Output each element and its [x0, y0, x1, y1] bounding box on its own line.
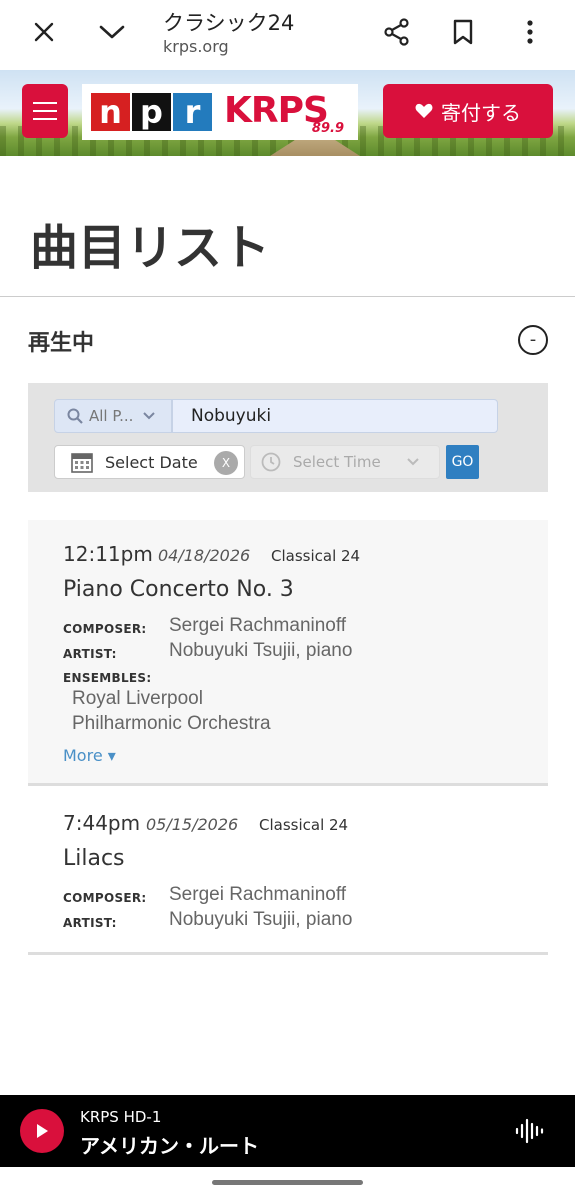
play-button[interactable]	[20, 1109, 64, 1153]
artist-label: ARTIST:	[63, 647, 117, 661]
date-picker-label: Select Date	[105, 452, 198, 472]
play-icon	[37, 1124, 48, 1138]
composer-value: Sergei Rachmaninoff	[169, 615, 347, 636]
close-icon[interactable]	[22, 10, 66, 54]
audio-player-bar: KRPS HD-1 アメリカン・ルート	[0, 1095, 575, 1167]
more-vert-icon[interactable]	[508, 10, 552, 54]
ensembles-label: ENSEMBLES:	[63, 671, 152, 685]
npr-logo-n: n	[91, 93, 130, 131]
hamburger-menu-button[interactable]	[22, 84, 68, 138]
station-name: KRPS HD-1	[80, 1108, 162, 1126]
time-select[interactable]: Select Time	[250, 445, 440, 479]
site-header-banner: n p r KRPS 89.9 寄付する	[0, 70, 575, 156]
track-program: Classical 24	[271, 547, 361, 565]
heart-icon	[415, 103, 433, 118]
krps-logo: KRPS 89.9	[224, 90, 346, 136]
artist-value: Nobuyuki Tsujii, piano	[169, 640, 353, 661]
npr-logo-r: r	[173, 93, 212, 131]
track-time: 7:44pm	[63, 811, 141, 835]
track-date: 05/15/2026	[146, 815, 239, 834]
composer-label: COMPOSER:	[63, 891, 147, 905]
date-picker[interactable]: Select Date X	[54, 445, 245, 479]
playlist-item: 12:11pm 04/18/2026 Classical 24 Piano Co…	[28, 520, 548, 786]
now-playing-heading: 再生中	[28, 331, 95, 356]
track-time: 12:11pm	[63, 542, 153, 566]
composer-label: COMPOSER:	[63, 622, 147, 636]
home-gesture-pill[interactable]	[212, 1180, 363, 1185]
program-select-value: All P...	[89, 407, 134, 425]
page-tab-title: クラシック24	[163, 11, 295, 35]
donate-button[interactable]: 寄付する	[383, 84, 553, 138]
clear-date-button[interactable]: X	[214, 451, 238, 475]
chevron-down-icon	[407, 458, 419, 466]
npr-logo-p: p	[132, 93, 171, 131]
page-url[interactable]: krps.org	[163, 37, 229, 56]
playlist-item: 7:44pm 05/15/2026 Classical 24 Lilacs CO…	[28, 789, 548, 955]
chevron-down-icon	[143, 412, 156, 420]
divider	[0, 296, 575, 297]
clock-icon	[261, 452, 281, 472]
page-title: 曲目リスト	[30, 220, 271, 276]
track-title: Lilacs	[63, 846, 125, 871]
site-logo[interactable]: n p r KRPS 89.9	[82, 84, 358, 140]
composer-value: Sergei Rachmaninoff	[169, 884, 347, 905]
program-select[interactable]: All P...	[54, 399, 172, 433]
chevron-down-icon[interactable]	[90, 10, 134, 54]
audio-wave-icon[interactable]	[514, 1117, 544, 1145]
bookmark-icon[interactable]	[441, 10, 485, 54]
system-navigation-bar	[0, 1167, 575, 1199]
go-button[interactable]: GO	[446, 445, 479, 479]
donate-label: 寄付する	[441, 100, 521, 125]
ensemble-line: Royal Liverpool	[72, 688, 203, 709]
krps-logo-frequency: 89.9	[311, 121, 344, 136]
more-link[interactable]: More ▾	[63, 746, 116, 765]
artist-label: ARTIST:	[63, 916, 117, 930]
collapse-button[interactable]: -	[518, 325, 548, 355]
share-icon[interactable]	[375, 10, 419, 54]
ensemble-line: Philharmonic Orchestra	[72, 713, 271, 734]
search-icon	[67, 408, 83, 424]
now-playing-title: アメリカン・ルート	[80, 1134, 259, 1158]
time-select-placeholder: Select Time	[293, 453, 381, 471]
artist-value: Nobuyuki Tsujii, piano	[169, 909, 353, 930]
browser-top-bar: クラシック24 krps.org	[0, 0, 575, 70]
search-input[interactable]	[172, 399, 498, 433]
track-program: Classical 24	[259, 816, 349, 834]
track-title: Piano Concerto No. 3	[63, 577, 294, 602]
calendar-icon	[71, 453, 93, 473]
playlist-filter-panel: All P... Select Date X Select Time GO	[28, 383, 548, 492]
track-date: 04/18/2026	[158, 546, 251, 565]
